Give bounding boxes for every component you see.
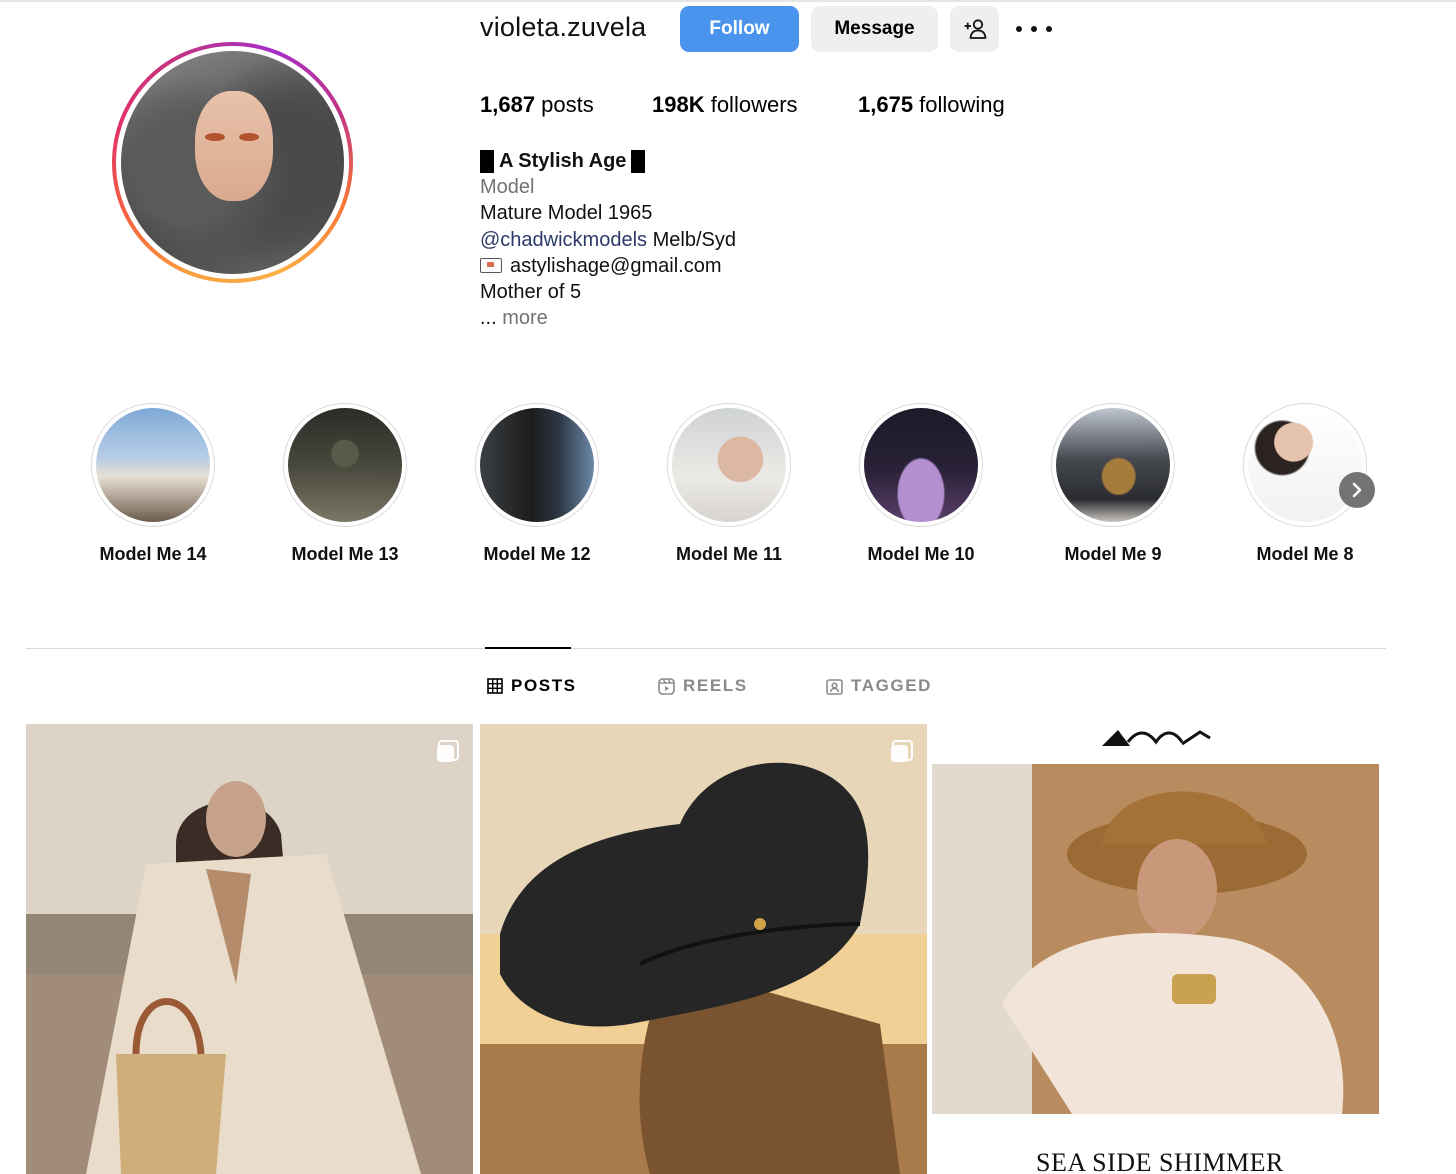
grid-icon [487, 678, 503, 694]
posts-stat[interactable]: 1,687 posts [480, 92, 594, 118]
followers-stat[interactable]: 198K followers [652, 92, 798, 118]
highlight-model-me-9[interactable]: Model Me 9 [1051, 403, 1175, 564]
highlight-model-me-12[interactable]: Model Me 12 [475, 403, 599, 564]
active-tab-indicator [485, 647, 571, 649]
profile-avatar[interactable] [112, 42, 353, 283]
more-options-icon[interactable] [1016, 14, 1052, 44]
post-thumbnail[interactable] [26, 724, 473, 1174]
highlight-label: Model Me 10 [867, 544, 975, 564]
bio-email-line: astylishage@gmail.com [480, 253, 736, 279]
highlight-cover [864, 408, 978, 522]
post-caption-text: SEA SIDE SHIMMER [1036, 1148, 1284, 1174]
add-user-icon [964, 19, 986, 39]
highlight-model-me-8[interactable]: Model Me 8 [1243, 403, 1367, 564]
highlight-cover [288, 408, 402, 522]
add-user-button[interactable] [950, 6, 999, 52]
chevron-right-icon [1352, 482, 1362, 498]
highlight-label: Model Me 8 [1256, 544, 1354, 564]
highlight-cover [1056, 408, 1170, 522]
mention-link[interactable]: @chadwickmodels [480, 229, 647, 251]
highlight-label: Model Me 12 [483, 544, 591, 564]
tab-reels[interactable]: REELS [658, 676, 748, 696]
multiple-posts-icon [437, 740, 459, 762]
highlight-cover [1248, 408, 1362, 522]
tabs-divider [26, 648, 1386, 649]
envelope-icon [480, 257, 502, 273]
highlight-label: Model Me 13 [291, 544, 399, 564]
following-stat[interactable]: 1,675 following [858, 92, 1005, 118]
highlight-label: Model Me 14 [99, 544, 207, 564]
highlight-model-me-11[interactable]: Model Me 11 [667, 403, 791, 564]
highlight-cover [480, 408, 594, 522]
bio-more-link[interactable]: ... more [480, 305, 736, 331]
highlight-cover [96, 408, 210, 522]
profile-bio: A Stylish Age Model Mature Model 1965 @c… [480, 148, 736, 331]
highlights-next-button[interactable] [1339, 472, 1375, 508]
bio-mention-line: @chadwickmodels Melb/Syd [480, 228, 736, 251]
decorative-logo [1102, 730, 1211, 746]
tab-posts[interactable]: POSTS [487, 676, 577, 696]
post-thumbnail[interactable] [480, 724, 927, 1174]
highlight-model-me-13[interactable]: Model Me 13 [283, 403, 407, 564]
profile-category: Model [480, 176, 535, 199]
multiple-posts-icon [891, 740, 913, 762]
profile-username: violeta.zuvela [480, 12, 647, 42]
tagged-icon [826, 678, 843, 695]
bio-line: Mature Model 1965 [480, 202, 653, 225]
post-image [26, 724, 473, 1174]
avatar-photo [121, 51, 344, 274]
post-image [480, 724, 927, 1174]
black-square-icon [480, 149, 494, 173]
follow-button[interactable]: Follow [680, 6, 799, 52]
reels-icon [658, 677, 675, 695]
highlight-model-me-14[interactable]: Model Me 14 [91, 403, 215, 564]
top-border [0, 0, 1456, 2]
black-square-icon [631, 149, 646, 173]
highlight-model-me-10[interactable]: Model Me 10 [859, 403, 983, 564]
highlight-label: Model Me 11 [675, 544, 783, 564]
post-thumbnail[interactable] [932, 724, 1379, 1174]
tab-tagged[interactable]: TAGGED [826, 676, 932, 696]
message-button[interactable]: Message [811, 6, 938, 52]
post-image [932, 730, 1379, 1114]
highlight-cover [672, 408, 786, 522]
bio-line: Mother of 5 [480, 281, 582, 304]
highlight-label: Model Me 9 [1064, 544, 1162, 564]
profile-display-name: A Stylish Age [480, 148, 736, 174]
